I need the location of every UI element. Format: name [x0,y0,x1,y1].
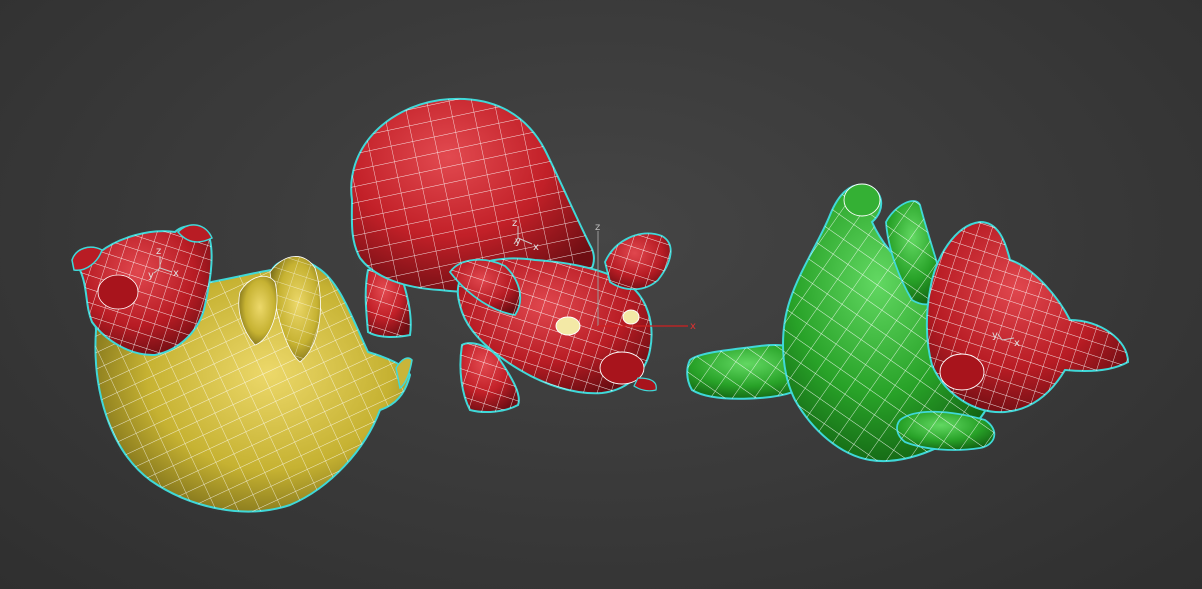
pig-red-eye-left [555,316,581,336]
3d-perspective-viewport[interactable]: z y x z y x z x y x [0,0,1202,589]
pig-green-hoof [843,183,881,217]
axis-x-label: x [173,268,179,279]
pig-green-object[interactable] [686,183,1130,463]
pig-green-snout [939,353,985,391]
axis-z-label: z [156,246,161,257]
axis-x-label: x [533,242,539,253]
pig-red-eye-right [622,309,640,325]
axis-z-label: z [512,218,517,229]
axis-y-label: y [148,270,154,281]
scene-canvas[interactable]: z y x z y x z x y x [0,0,1202,589]
axis-x-label: x [1014,338,1020,349]
axis-x-label: x [690,321,696,332]
axis-z-label: z [595,222,600,233]
pig-yellow-tail[interactable] [395,357,413,390]
pig-yellow-object[interactable] [71,224,413,513]
axis-y-label: y [992,330,998,341]
pig-yellow-snout [97,274,139,310]
pig-red-chin [633,377,657,392]
axis-y-label: y [515,236,521,247]
